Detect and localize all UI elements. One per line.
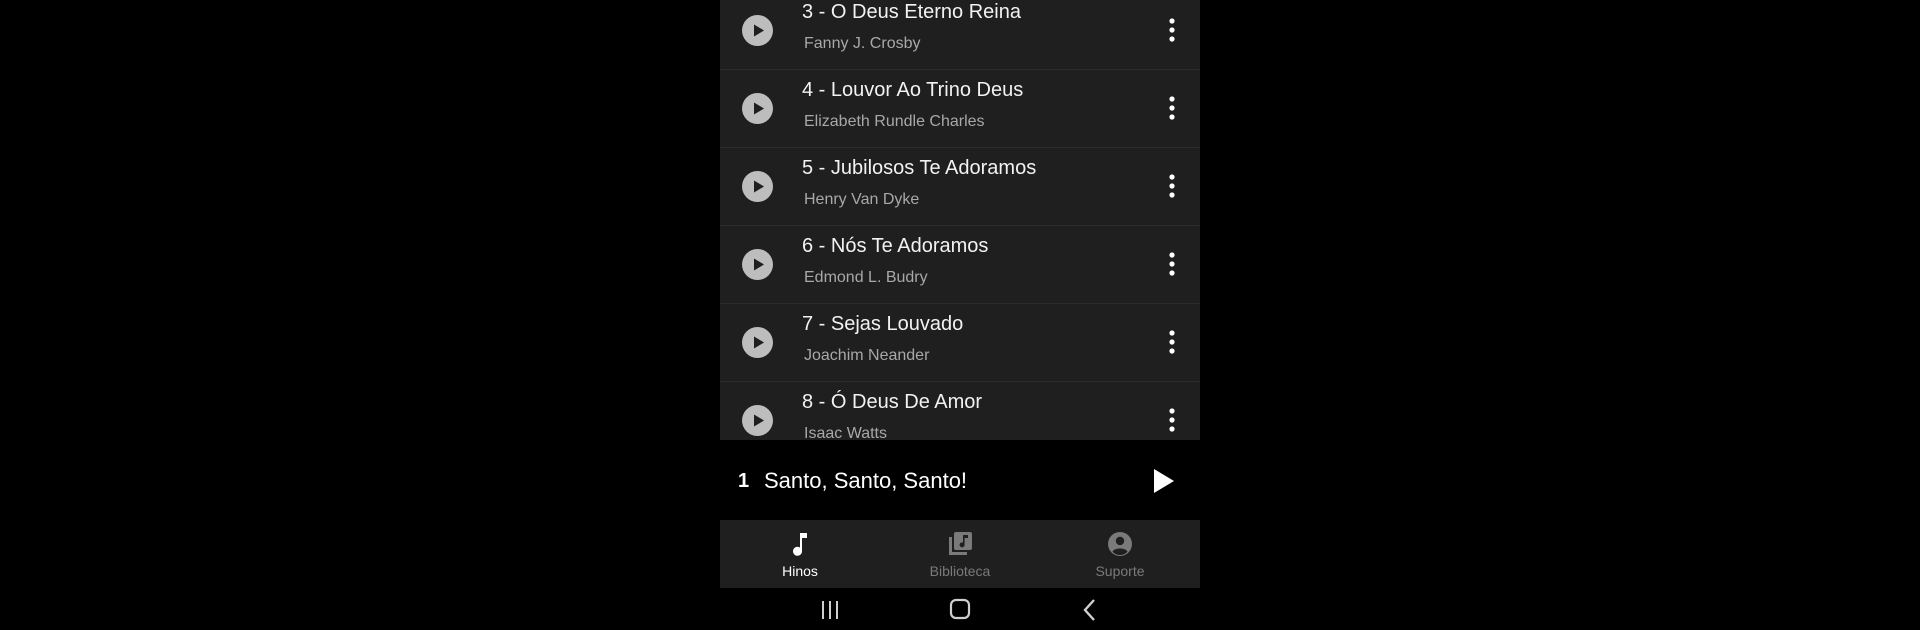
nav-label-suporte: Suporte (1095, 563, 1145, 579)
play-circle-icon[interactable] (742, 249, 773, 280)
account-circle-icon (1108, 532, 1132, 556)
player-hymn-number: 1 (738, 470, 750, 492)
recents-icon[interactable] (815, 596, 845, 624)
hymn-title[interactable]: 5 - Jubilosos Te Adoramos (802, 157, 1036, 180)
more-vert-icon[interactable] (1162, 91, 1182, 125)
app-screen: 3 - O Deus Eterno Reina Fanny J. Crosby 4 … (720, 0, 1200, 630)
hymn-title[interactable]: 8 - Ó Deus De Amor (802, 391, 982, 414)
hymn-row[interactable]: 4 - Louvor Ao Trino Deus Elizabeth Rundle… (720, 70, 1200, 148)
back-icon[interactable] (1075, 596, 1105, 624)
hymn-author: Fanny J. Crosby (804, 35, 921, 52)
hymn-row[interactable]: 5 - Jubilosos Te Adoramos Henry Van Dyke (720, 148, 1200, 226)
more-vert-icon[interactable] (1162, 169, 1182, 203)
nav-label-biblioteca: Biblioteca (929, 563, 991, 579)
more-vert-icon[interactable] (1162, 13, 1182, 47)
play-circle-icon[interactable] (742, 171, 773, 202)
home-icon[interactable] (945, 596, 975, 624)
hymn-row[interactable]: 7 - Sejas Louvado Joachim Neander (720, 304, 1200, 382)
player-hymn-title[interactable]: Santo, Santo, Santo! (764, 468, 967, 494)
hymn-author: Henry Van Dyke (804, 191, 920, 208)
more-vert-icon[interactable] (1162, 403, 1182, 437)
library-music-icon (949, 532, 972, 555)
play-circle-icon[interactable] (742, 93, 773, 124)
hymn-list[interactable]: 3 - O Deus Eterno Reina Fanny J. Crosby 4 … (720, 0, 1200, 440)
hymn-author: Joachim Neander (804, 347, 930, 364)
more-vert-icon[interactable] (1162, 247, 1182, 281)
hymn-list-track: 3 - O Deus Eterno Reina Fanny J. Crosby 4 … (720, 0, 1200, 440)
hymn-title[interactable]: 7 - Sejas Louvado (802, 313, 963, 336)
hymn-title[interactable]: 4 - Louvor Ao Trino Deus (802, 79, 1023, 102)
nav-tab-biblioteca[interactable]: Biblioteca (880, 520, 1040, 588)
hymn-author: Isaac Watts (804, 425, 887, 440)
hymn-title[interactable]: 3 - O Deus Eterno Reina (802, 1, 1021, 24)
mini-player[interactable]: 1 Santo, Santo, Santo! (720, 440, 1200, 520)
system-navigation-bar (720, 588, 1200, 630)
nav-tab-hinos[interactable]: Hinos (720, 520, 880, 588)
hymn-author: Elizabeth Rundle Charles (804, 113, 985, 130)
hymn-row[interactable]: 3 - O Deus Eterno Reina Fanny J. Crosby (720, 0, 1200, 70)
hymn-title[interactable]: 6 - Nós Te Adoramos (802, 235, 988, 258)
nav-tab-suporte[interactable]: Suporte (1040, 520, 1200, 588)
music-note-icon (793, 533, 807, 556)
play-circle-icon[interactable] (742, 15, 773, 46)
hymn-row[interactable]: 6 - Nós Te Adoramos Edmond L. Budry (720, 226, 1200, 304)
hymn-row[interactable]: 8 - Ó Deus De Amor Isaac Watts (720, 382, 1200, 440)
play-circle-icon[interactable] (742, 327, 773, 358)
bottom-navigation: Hinos Biblioteca Suporte (720, 520, 1200, 588)
more-vert-icon[interactable] (1162, 325, 1182, 359)
nav-label-hinos: Hinos (782, 563, 818, 579)
hymn-author: Edmond L. Budry (804, 269, 928, 286)
play-circle-icon[interactable] (742, 405, 773, 436)
play-icon[interactable] (1148, 464, 1178, 498)
